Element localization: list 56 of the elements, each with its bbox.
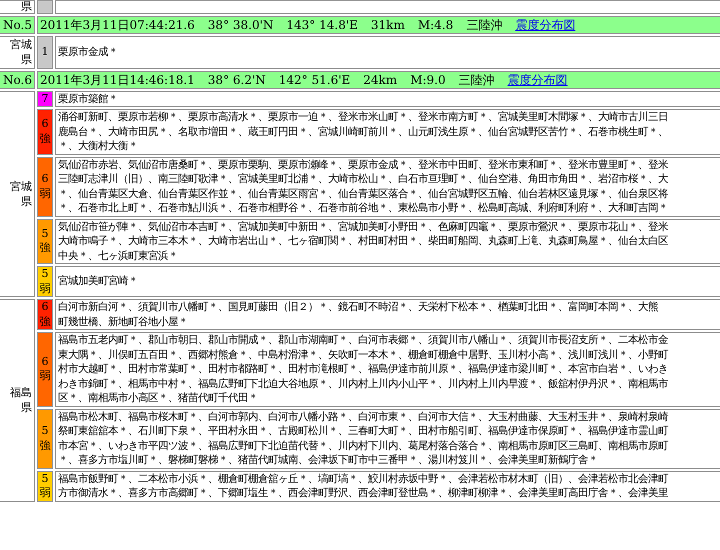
event-number: No.5 xyxy=(0,16,35,34)
intensity-badge: 6強 xyxy=(37,109,53,154)
location-list-line: 鹿島台＊、大崎市田尻＊、名取市増田＊、蔵王町円田＊、宮城川崎町前川＊、山元町浅生原＊、仙台宮城野区苦竹＊、石巻市桃生町＊、 xyxy=(58,124,669,139)
location-list-line: 栗原市金成＊ xyxy=(58,45,119,60)
prefecture-name: 福島県 xyxy=(9,385,32,415)
prefecture-name: 宮城県 xyxy=(9,178,32,208)
location-list-line: 福島市五老内町＊、郡山市朝日、郡山市開成＊、郡山市湖南町＊、白河市表郷＊、須賀川市八幡山＊、須賀川市長沼支所＊、二本松市金 xyxy=(58,333,669,348)
magnitude: M:9.0 xyxy=(410,72,446,86)
location-list-line: 気仙沼市笹が陣＊、気仙沼市本吉町＊、宮城加美町中新田＊、宮城加美町小野田＊、色麻町四竈＊、栗原市鶯沢＊、栗原市花山＊、登米 xyxy=(58,220,669,234)
intensity-badge: 6弱 xyxy=(37,332,53,406)
intensity-badge: 5弱 xyxy=(37,266,53,297)
location-list-line: ＊、仙台青葉区大倉、仙台青葉区作並＊、仙台青葉区雨宮＊、仙台青葉区落合＊、仙台宮城野区五輪、仙台若林区遠見塚＊、仙台泉区将 xyxy=(58,186,669,201)
location-list-line: わき市錦町＊、相馬市中村＊、福島広野町下北迫大谷地原＊、川内村上川内小山平＊、川内村上川内早渡＊、飯舘村伊丹沢＊、南相馬市 xyxy=(58,376,669,391)
latitude: 38° 38.0'N xyxy=(208,18,274,32)
location-list-line: 宮城加美町宮崎＊ xyxy=(58,274,139,289)
intensity-badge: 5強 xyxy=(37,408,53,468)
location-list-line: 大崎市鳴子＊、大崎市三本木＊、大崎市岩出山＊、七ヶ宿町関＊、村田町村田＊、柴田町船岡、丸森町上滝、丸森町鳥屋＊、仙台太白区 xyxy=(58,234,669,248)
intensity-badge: 6強 xyxy=(37,299,53,330)
event-datetime: 2011年3月11日07:44:21.6 xyxy=(40,18,195,32)
depth: 24km xyxy=(363,72,398,86)
magnitude: M:4.8 xyxy=(418,18,454,32)
intensity-map-link[interactable]: 震度分布図 xyxy=(508,72,568,86)
event-number: No.6 xyxy=(0,70,35,88)
location-list-line: 栗原市築館＊ xyxy=(58,92,119,106)
location-list-line: 祭町東舘舘本＊、石川町下泉＊、平田村永田＊、古殿町松川＊、三春町大町＊、田村市船引町、福島伊達市保原町＊、福島伊達市霊山町 xyxy=(58,424,670,438)
location-list-line: 中央＊、七ヶ浜町東宮浜＊ xyxy=(58,248,179,263)
location-list-line: 東大隅＊、川俣町五百田＊、西郷村熊倉＊、中島村滑津＊、矢吹町一本木＊、棚倉町棚倉中居野、玉川村小高＊、浅川町浅川＊、小野町 xyxy=(58,348,670,362)
intensity-map-link[interactable]: 震度分布図 xyxy=(515,18,576,32)
prefecture-name: 宮城県 xyxy=(9,37,32,67)
location-list-line: ＊、大衡村大衡＊ xyxy=(58,139,139,154)
location-list-line: ＊、喜多方市塩川町＊、磐梯町磐梯＊、猪苗代町城南、会津坂下町市中三番甲＊、湯川村笈川＊、会津美里町新鶴庁舎＊ xyxy=(58,453,599,468)
location-list-line: 三陸町志津川（旧）、南三陸町歌津＊、宮城美里町北浦＊、大崎市松山＊、白石市亘理町＊、仙台空港、角田市角田＊、岩沼市桜＊、大 xyxy=(58,172,669,186)
event-datetime: 2011年3月11日14:46:18.1 xyxy=(40,72,195,86)
location-list-line: 福島市飯野町＊、二本松市小浜＊、棚倉町棚倉舘ヶ丘＊、塙町塙＊、鮫川村赤坂中野＊、会津若松市材木町（旧）、会津若松市北会津町 xyxy=(58,472,670,486)
intensity-badge: 5強 xyxy=(37,218,53,264)
location-list-line: 村市大越町＊、田村市常葉町＊、田村市都路町＊、田村市滝根町＊、福島伊達市前川原＊、福島伊達市梁川町＊、本宮市白岩＊、いわき xyxy=(58,362,669,376)
longitude: 142° 51.6'E xyxy=(278,72,350,86)
location-list-line: 町幾世橋、新地町谷地小屋＊ xyxy=(58,314,189,329)
intensity-badge: 5弱 xyxy=(37,470,53,502)
intensity-badge: 1 xyxy=(37,36,53,68)
location-list-line: 福島市松木町、福島市桜木町＊、白河市郭内、白河市八幡小路＊、白河市東＊、白河市大信＊、大玉村曲藤、大玉村玉井＊、泉崎村泉崎 xyxy=(58,410,670,424)
latitude: 38° 6.2'N xyxy=(208,72,266,86)
location-list-line: 方市御清水＊、喜多方市高郷町＊、下郷町塩生＊、西会津町野沢、西会津町登世島＊、柳津町柳津＊、会津美里町高田庁舎＊、会津美里 xyxy=(58,486,669,500)
location-list-line: 市本宮＊、いわき市平四ツ波＊、福島広野町下北迫苗代替＊、川内村下川内、葛尾村落合落合＊、南相馬市原町区三島町、南相馬市原町 xyxy=(58,438,670,453)
intensity-badge: 6弱 xyxy=(37,156,53,216)
epicenter-region: 三陸沖 xyxy=(458,72,495,86)
depth: 31km xyxy=(370,18,405,32)
epicenter-region: 三陸沖 xyxy=(466,18,502,32)
location-list-line: ＊、石巻市北上町＊、石巻市鮎川浜＊、石巻市相野谷＊、石巻市前谷地＊、東松島市小野＊、松島町高城、利府町利府＊、大和町吉岡＊ xyxy=(58,201,669,216)
intensity-badge: 7 xyxy=(37,90,53,107)
location-list-line: 区＊、南相馬市小高区＊、猪苗代町千代田＊ xyxy=(58,391,259,406)
location-list-line: 白河市新白河＊、須賀川市八幡町＊、国見町藤田（旧２）＊、鏡石町不時沼＊、天栄村下松本＊、楢葉町北田＊、富岡町本岡＊、大熊 xyxy=(58,300,659,314)
prefecture-name: 県 xyxy=(20,1,32,12)
longitude: 143° 14.8'E xyxy=(286,18,358,32)
location-list-line: 涌谷町新町、栗原市若柳＊、栗原市高清水＊、栗原市一迫＊、登米市米山町＊、登米市南方町＊、宮城美里町木間塚＊、大崎市古川三日 xyxy=(58,110,669,124)
location-list-line: 気仙沼市赤岩、気仙沼市唐桑町＊、栗原市栗駒、栗原市瀬峰＊、栗原市金成＊、登米市中田町、登米市東和町＊、登米市豊里町＊、登米 xyxy=(58,158,669,172)
